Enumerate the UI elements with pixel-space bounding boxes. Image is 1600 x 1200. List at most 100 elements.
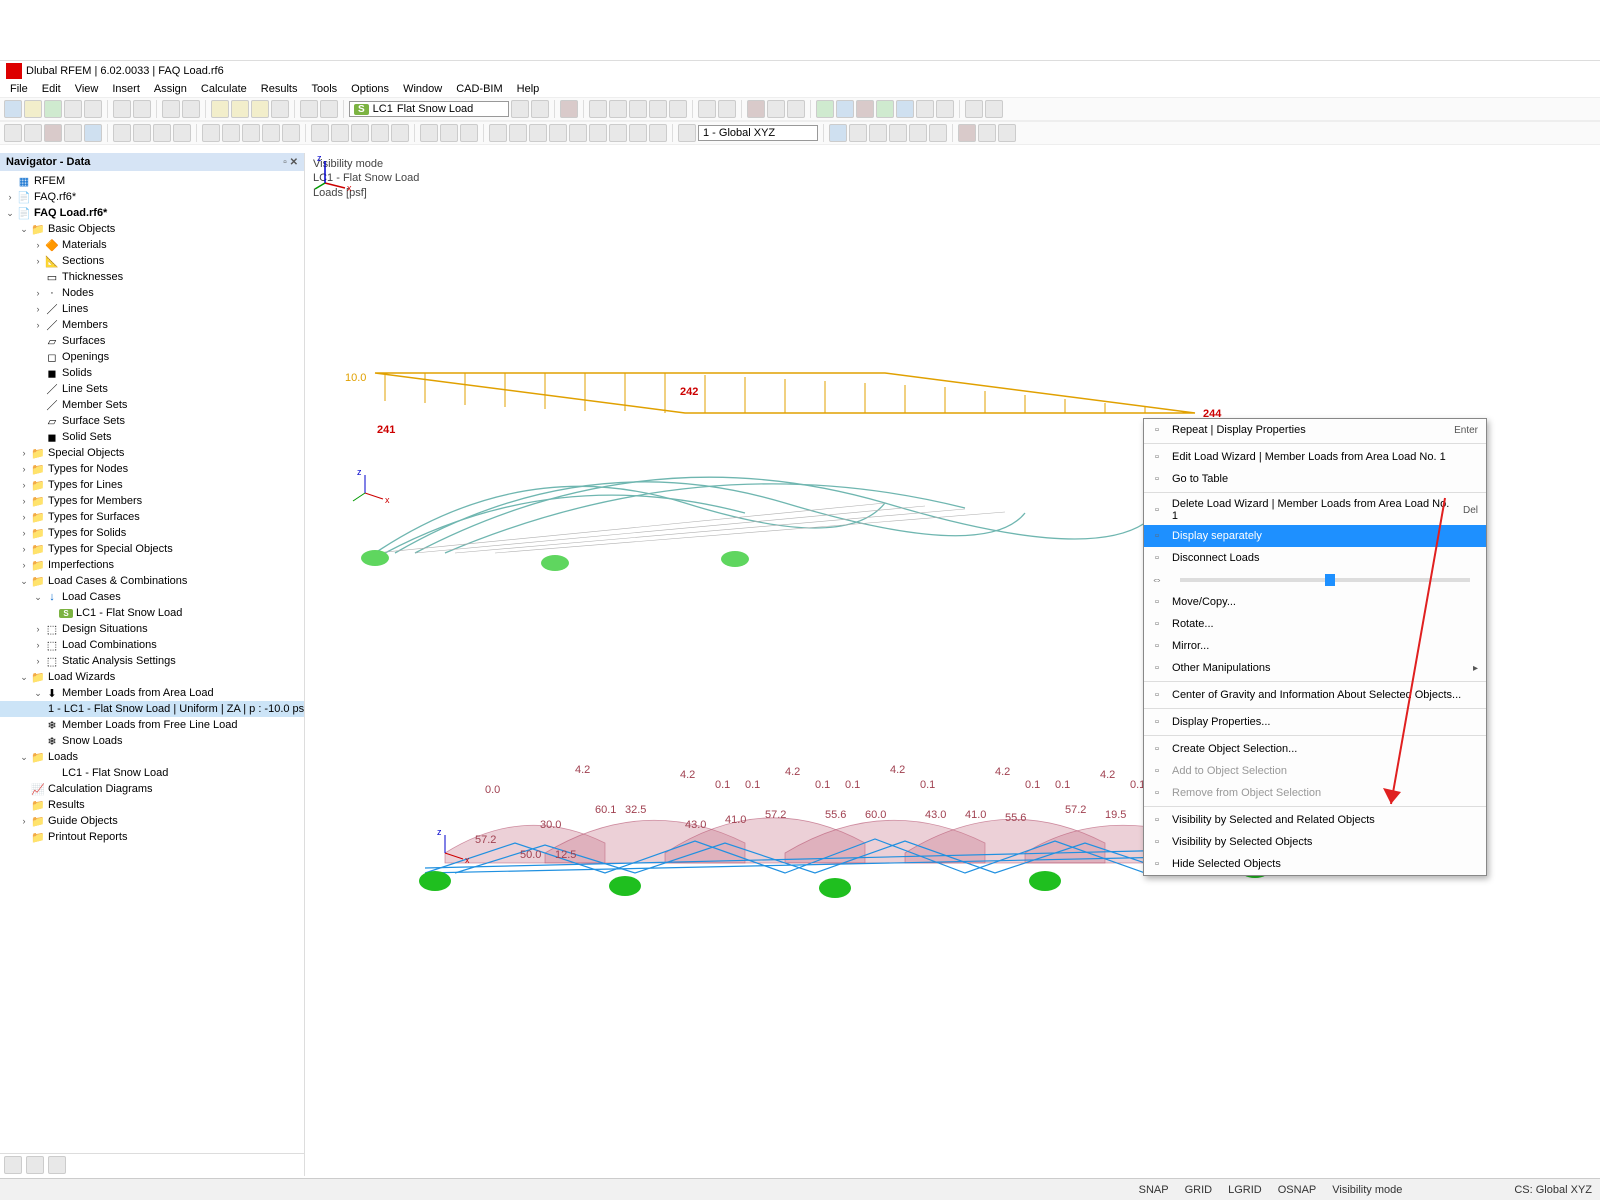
- tree-item[interactable]: ⌄📁Load Wizards: [0, 669, 304, 685]
- t2-7-icon[interactable]: [133, 124, 151, 142]
- tree-item[interactable]: ›📁Types for Solids: [0, 525, 304, 541]
- calc3-icon[interactable]: [251, 100, 269, 118]
- tree-item[interactable]: ›📄FAQ.rf6*: [0, 189, 304, 205]
- nav-tab-data-icon[interactable]: [4, 1156, 22, 1174]
- tree-item[interactable]: ⌄↓Load Cases: [0, 589, 304, 605]
- menu-insert[interactable]: Insert: [106, 81, 146, 97]
- tree-item[interactable]: ›📐Sections: [0, 253, 304, 269]
- tree-item[interactable]: ›📁Types for Special Objects: [0, 541, 304, 557]
- t2-36-icon[interactable]: [889, 124, 907, 142]
- t2-18-icon[interactable]: [371, 124, 389, 142]
- yy-icon[interactable]: [876, 100, 894, 118]
- del-icon[interactable]: [560, 100, 578, 118]
- menu-window[interactable]: Window: [397, 81, 448, 97]
- tree-item[interactable]: ›⬚Load Combinations: [0, 637, 304, 653]
- t2-3-icon[interactable]: [44, 124, 62, 142]
- tree-item[interactable]: ›／Lines: [0, 301, 304, 317]
- tree-item[interactable]: ›⬚Design Situations: [0, 621, 304, 637]
- tree-item[interactable]: ／Line Sets: [0, 381, 304, 397]
- tree-item[interactable]: ▱Surfaces: [0, 333, 304, 349]
- tree-item[interactable]: ›📁Guide Objects: [0, 813, 304, 829]
- cm-item[interactable]: ▫Hide Selected Objects: [1144, 853, 1486, 875]
- tree-item[interactable]: ›📁Types for Surfaces: [0, 509, 304, 525]
- z-icon[interactable]: [836, 100, 854, 118]
- t2-34-icon[interactable]: [849, 124, 867, 142]
- t2-40-icon[interactable]: [978, 124, 996, 142]
- zz-icon[interactable]: [896, 100, 914, 118]
- tree-item[interactable]: ›／Members: [0, 317, 304, 333]
- tree-item[interactable]: ›📁Types for Nodes: [0, 461, 304, 477]
- paste-icon[interactable]: [133, 100, 151, 118]
- t2-16-icon[interactable]: [331, 124, 349, 142]
- t2-41-icon[interactable]: [998, 124, 1016, 142]
- save-icon[interactable]: [44, 100, 62, 118]
- t2-21-icon[interactable]: [440, 124, 458, 142]
- tree-item[interactable]: ◼Solid Sets: [0, 429, 304, 445]
- t2-31-icon[interactable]: [649, 124, 667, 142]
- t2-6-icon[interactable]: [113, 124, 131, 142]
- open-icon[interactable]: [24, 100, 42, 118]
- t2-4-icon[interactable]: [64, 124, 82, 142]
- t2-9-icon[interactable]: [173, 124, 191, 142]
- status-osnap[interactable]: OSNAP: [1278, 1184, 1317, 1196]
- misc7-icon[interactable]: [718, 100, 736, 118]
- t2-12-icon[interactable]: [242, 124, 260, 142]
- t2-24-icon[interactable]: [509, 124, 527, 142]
- cm-item[interactable]: ▫Visibility by Selected Objects: [1144, 831, 1486, 853]
- t2-33-icon[interactable]: [829, 124, 847, 142]
- calc-icon[interactable]: [211, 100, 229, 118]
- tree-item[interactable]: ⌄📄FAQ Load.rf6*: [0, 205, 304, 221]
- t2-8-icon[interactable]: [153, 124, 171, 142]
- t2-14-icon[interactable]: [282, 124, 300, 142]
- misc2-icon[interactable]: [609, 100, 627, 118]
- print-icon[interactable]: [84, 100, 102, 118]
- nav-tab-eye-icon[interactable]: [26, 1156, 44, 1174]
- tree-item[interactable]: ›📁Types for Members: [0, 493, 304, 509]
- cm-item[interactable]: ▫Go to Table: [1144, 468, 1486, 490]
- t2-19-icon[interactable]: [391, 124, 409, 142]
- menu-edit[interactable]: Edit: [36, 81, 67, 97]
- t2-17-icon[interactable]: [351, 124, 369, 142]
- t2-38-icon[interactable]: [929, 124, 947, 142]
- t2-11-icon[interactable]: [222, 124, 240, 142]
- tree-item[interactable]: ›📁Special Objects: [0, 445, 304, 461]
- navigator-controls[interactable]: ▫ ✕: [283, 157, 298, 168]
- menu-file[interactable]: File: [4, 81, 34, 97]
- tree-item[interactable]: ›🔶Materials: [0, 237, 304, 253]
- saveas-icon[interactable]: [64, 100, 82, 118]
- cm-item[interactable]: ▫Repeat | Display PropertiesEnter: [1144, 419, 1486, 441]
- tree-item[interactable]: ›⬚Static Analysis Settings: [0, 653, 304, 669]
- t2-23-icon[interactable]: [489, 124, 507, 142]
- num-icon[interactable]: [965, 100, 983, 118]
- tree-item[interactable]: ／Member Sets: [0, 397, 304, 413]
- new-icon[interactable]: [4, 100, 22, 118]
- y-icon[interactable]: [816, 100, 834, 118]
- misc4-icon[interactable]: [649, 100, 667, 118]
- calc2-icon[interactable]: [231, 100, 249, 118]
- tree-item[interactable]: ▦RFEM: [0, 173, 304, 189]
- t2-22-icon[interactable]: [460, 124, 478, 142]
- view2-icon[interactable]: [320, 100, 338, 118]
- tree-item[interactable]: ❄Snow Loads: [0, 733, 304, 749]
- t2-10-icon[interactable]: [202, 124, 220, 142]
- tree-item[interactable]: ⌄⬇Member Loads from Area Load: [0, 685, 304, 701]
- misc5-icon[interactable]: [669, 100, 687, 118]
- tree-item[interactable]: 1 - LC1 - Flat Snow Load | Uniform | ZA …: [0, 701, 304, 717]
- t2-2-icon[interactable]: [24, 124, 42, 142]
- results-icon[interactable]: [271, 100, 289, 118]
- t2-37-icon[interactable]: [909, 124, 927, 142]
- misc1-icon[interactable]: [589, 100, 607, 118]
- tree-item[interactable]: ▭Thicknesses: [0, 269, 304, 285]
- cube2-icon[interactable]: [787, 100, 805, 118]
- menu-cad-bim[interactable]: CAD-BIM: [450, 81, 508, 97]
- loadcase-selector[interactable]: S LC1 Flat Snow Load: [349, 101, 509, 117]
- t2-35-icon[interactable]: [869, 124, 887, 142]
- navigator-tree[interactable]: ▦RFEM›📄FAQ.rf6*⌄📄FAQ Load.rf6*⌄📁Basic Ob…: [0, 171, 304, 1153]
- t2-30-icon[interactable]: [629, 124, 647, 142]
- t2-15-icon[interactable]: [311, 124, 329, 142]
- tree-item[interactable]: 📁Printout Reports: [0, 829, 304, 845]
- misc9-icon[interactable]: [936, 100, 954, 118]
- menu-options[interactable]: Options: [345, 81, 395, 97]
- tree-item[interactable]: ›·Nodes: [0, 285, 304, 301]
- status-snap[interactable]: SNAP: [1139, 1184, 1169, 1196]
